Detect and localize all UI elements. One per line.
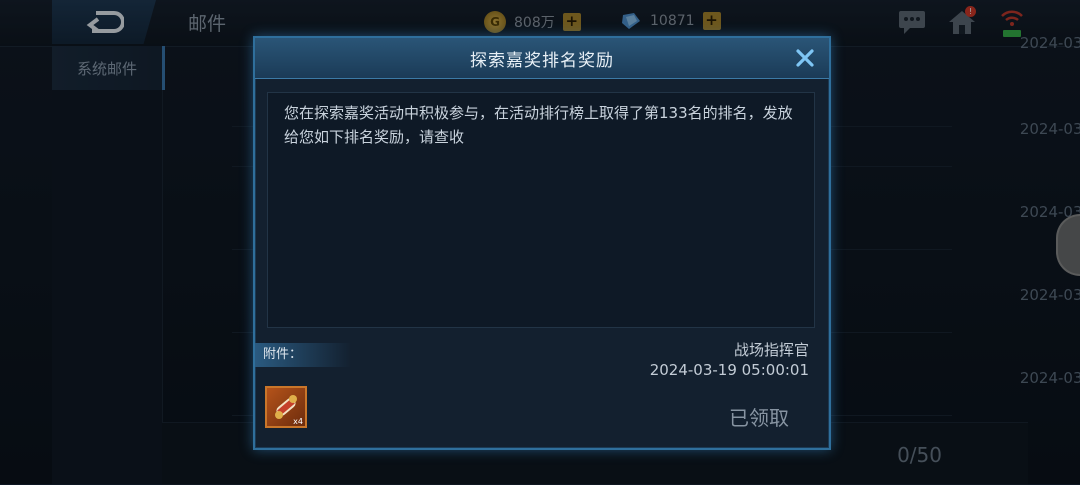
send-time: 2024-03-19 05:00:01 xyxy=(649,361,809,379)
claimed-status: 已领取 xyxy=(729,406,789,430)
message-box: 您在探索嘉奖活动中积极参与，在活动排行榜上取得了第133名的排名，发放给您如下排… xyxy=(267,92,815,328)
sender-name: 战场指挥官 xyxy=(733,341,809,359)
dialog-title: 探索嘉奖排名奖励 xyxy=(470,50,614,71)
mail-detail-dialog: 探索嘉奖排名奖励 您在探索嘉奖活动中积极参与，在活动排行榜上取得了第133名的排… xyxy=(253,36,831,450)
attachment-item[interactable]: x4 xyxy=(265,386,307,428)
close-icon xyxy=(796,49,814,67)
attachment-label: 附件： xyxy=(255,343,351,367)
item-quantity: x4 xyxy=(293,417,303,426)
dialog-header: 探索嘉奖排名奖励 xyxy=(255,38,829,79)
message-text: 您在探索嘉奖活动中积极参与，在活动排行榜上取得了第133名的排名，发放给您如下排… xyxy=(284,104,793,146)
close-button[interactable] xyxy=(791,44,819,72)
